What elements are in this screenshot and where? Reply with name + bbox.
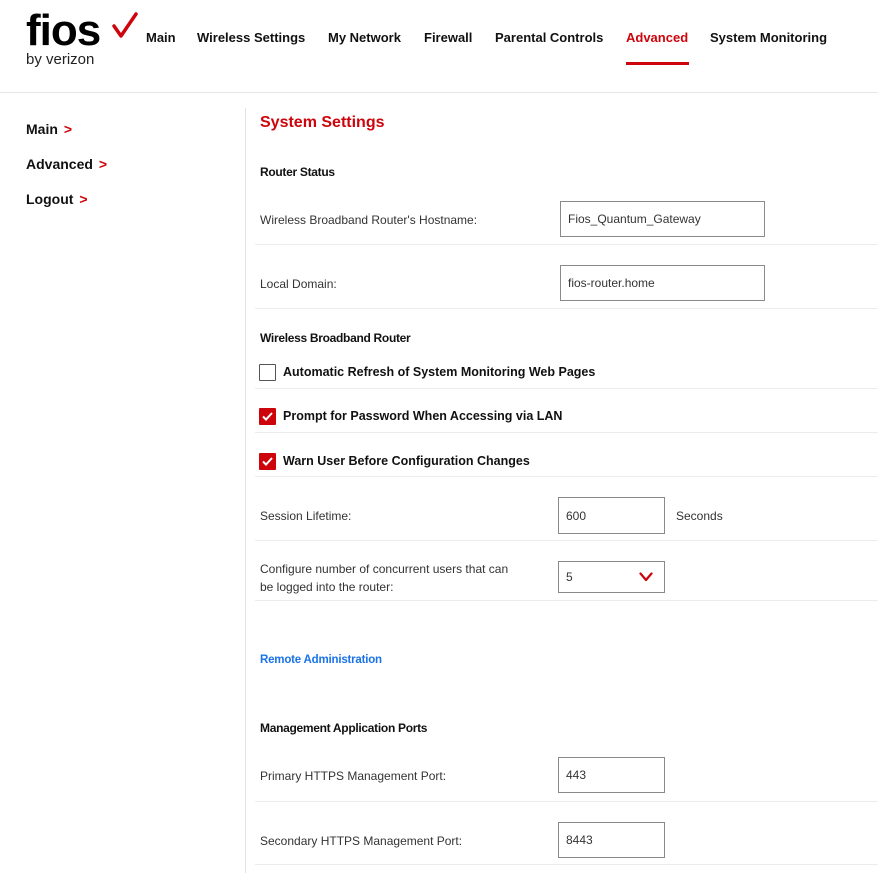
concurrent-users-label-line2: be logged into the router: (260, 580, 394, 594)
header: fios by verizon Main Wireless Settings M… (0, 0, 878, 93)
row-divider (255, 864, 878, 865)
sidebar-divider (245, 108, 246, 873)
sidebar-item-label: Advanced (26, 156, 93, 172)
local-domain-input[interactable] (560, 265, 765, 301)
auto-refresh-label: Automatic Refresh of System Monitoring W… (283, 365, 596, 379)
session-lifetime-input[interactable] (558, 497, 665, 534)
fios-logo[interactable]: fios by verizon (26, 6, 138, 68)
row-divider (255, 432, 878, 433)
nav-parental-controls[interactable]: Parental Controls (495, 30, 603, 45)
page-title: System Settings (260, 114, 385, 131)
chevron-right-icon: > (79, 191, 88, 207)
logo-subtext: by verizon (26, 51, 95, 68)
secondary-https-port-input[interactable] (558, 822, 665, 858)
sidebar-item-main[interactable]: Main > (26, 121, 72, 137)
local-domain-label: Local Domain: (260, 277, 337, 291)
sidebar-item-logout[interactable]: Logout > (26, 191, 88, 207)
logo-wordmark: fios (26, 6, 101, 55)
sidebar-item-label: Main (26, 121, 58, 137)
active-tab-indicator (626, 62, 689, 65)
row-divider (255, 600, 878, 601)
session-unit-label: Seconds (676, 509, 723, 523)
check-icon (112, 12, 138, 38)
wireless-broadband-router-heading: Wireless Broadband Router (260, 331, 411, 345)
concurrent-users-value: 5 (566, 570, 573, 584)
sidebar-item-label: Logout (26, 191, 74, 207)
sidebar-item-advanced[interactable]: Advanced > (26, 156, 107, 172)
remote-administration-link[interactable]: Remote Administration (260, 654, 382, 666)
concurrent-users-label-line1: Configure number of concurrent users tha… (260, 562, 509, 576)
chevron-right-icon: > (98, 156, 108, 172)
nav-advanced[interactable]: Advanced (626, 30, 688, 45)
secondary-https-port-label: Secondary HTTPS Management Port: (260, 834, 463, 848)
hostname-label: Wireless Broadband Router's Hostname: (260, 213, 478, 227)
prompt-password-label: Prompt for Password When Accessing via L… (283, 409, 563, 423)
nav-system-monitoring[interactable]: System Monitoring (710, 30, 827, 45)
prompt-password-checkbox[interactable] (259, 408, 276, 425)
nav-my-network[interactable]: My Network (328, 30, 401, 45)
warn-user-checkbox[interactable] (259, 453, 276, 470)
primary-https-port-input[interactable] (558, 757, 665, 793)
chevron-right-icon: > (63, 121, 73, 137)
hostname-input[interactable] (560, 201, 765, 237)
row-divider (255, 801, 878, 802)
row-divider (255, 388, 878, 389)
nav-wireless-settings[interactable]: Wireless Settings (197, 30, 305, 45)
nav-main[interactable]: Main (146, 30, 176, 45)
nav-firewall[interactable]: Firewall (424, 30, 472, 45)
concurrent-users-select[interactable]: 5 (558, 561, 665, 593)
row-divider (255, 244, 878, 245)
header-divider (0, 92, 878, 93)
row-divider (255, 540, 878, 541)
primary-https-port-label: Primary HTTPS Management Port: (260, 769, 447, 783)
chevron-down-icon (639, 572, 653, 582)
router-status-heading: Router Status (260, 165, 335, 179)
row-divider (255, 308, 878, 309)
checkmark-icon (262, 457, 273, 466)
session-lifetime-label: Session Lifetime: (260, 509, 352, 523)
row-divider (255, 476, 878, 477)
checkmark-icon (262, 412, 273, 421)
auto-refresh-checkbox[interactable] (259, 364, 276, 381)
management-ports-heading: Management Application Ports (260, 721, 428, 735)
warn-user-label: Warn User Before Configuration Changes (283, 454, 530, 468)
